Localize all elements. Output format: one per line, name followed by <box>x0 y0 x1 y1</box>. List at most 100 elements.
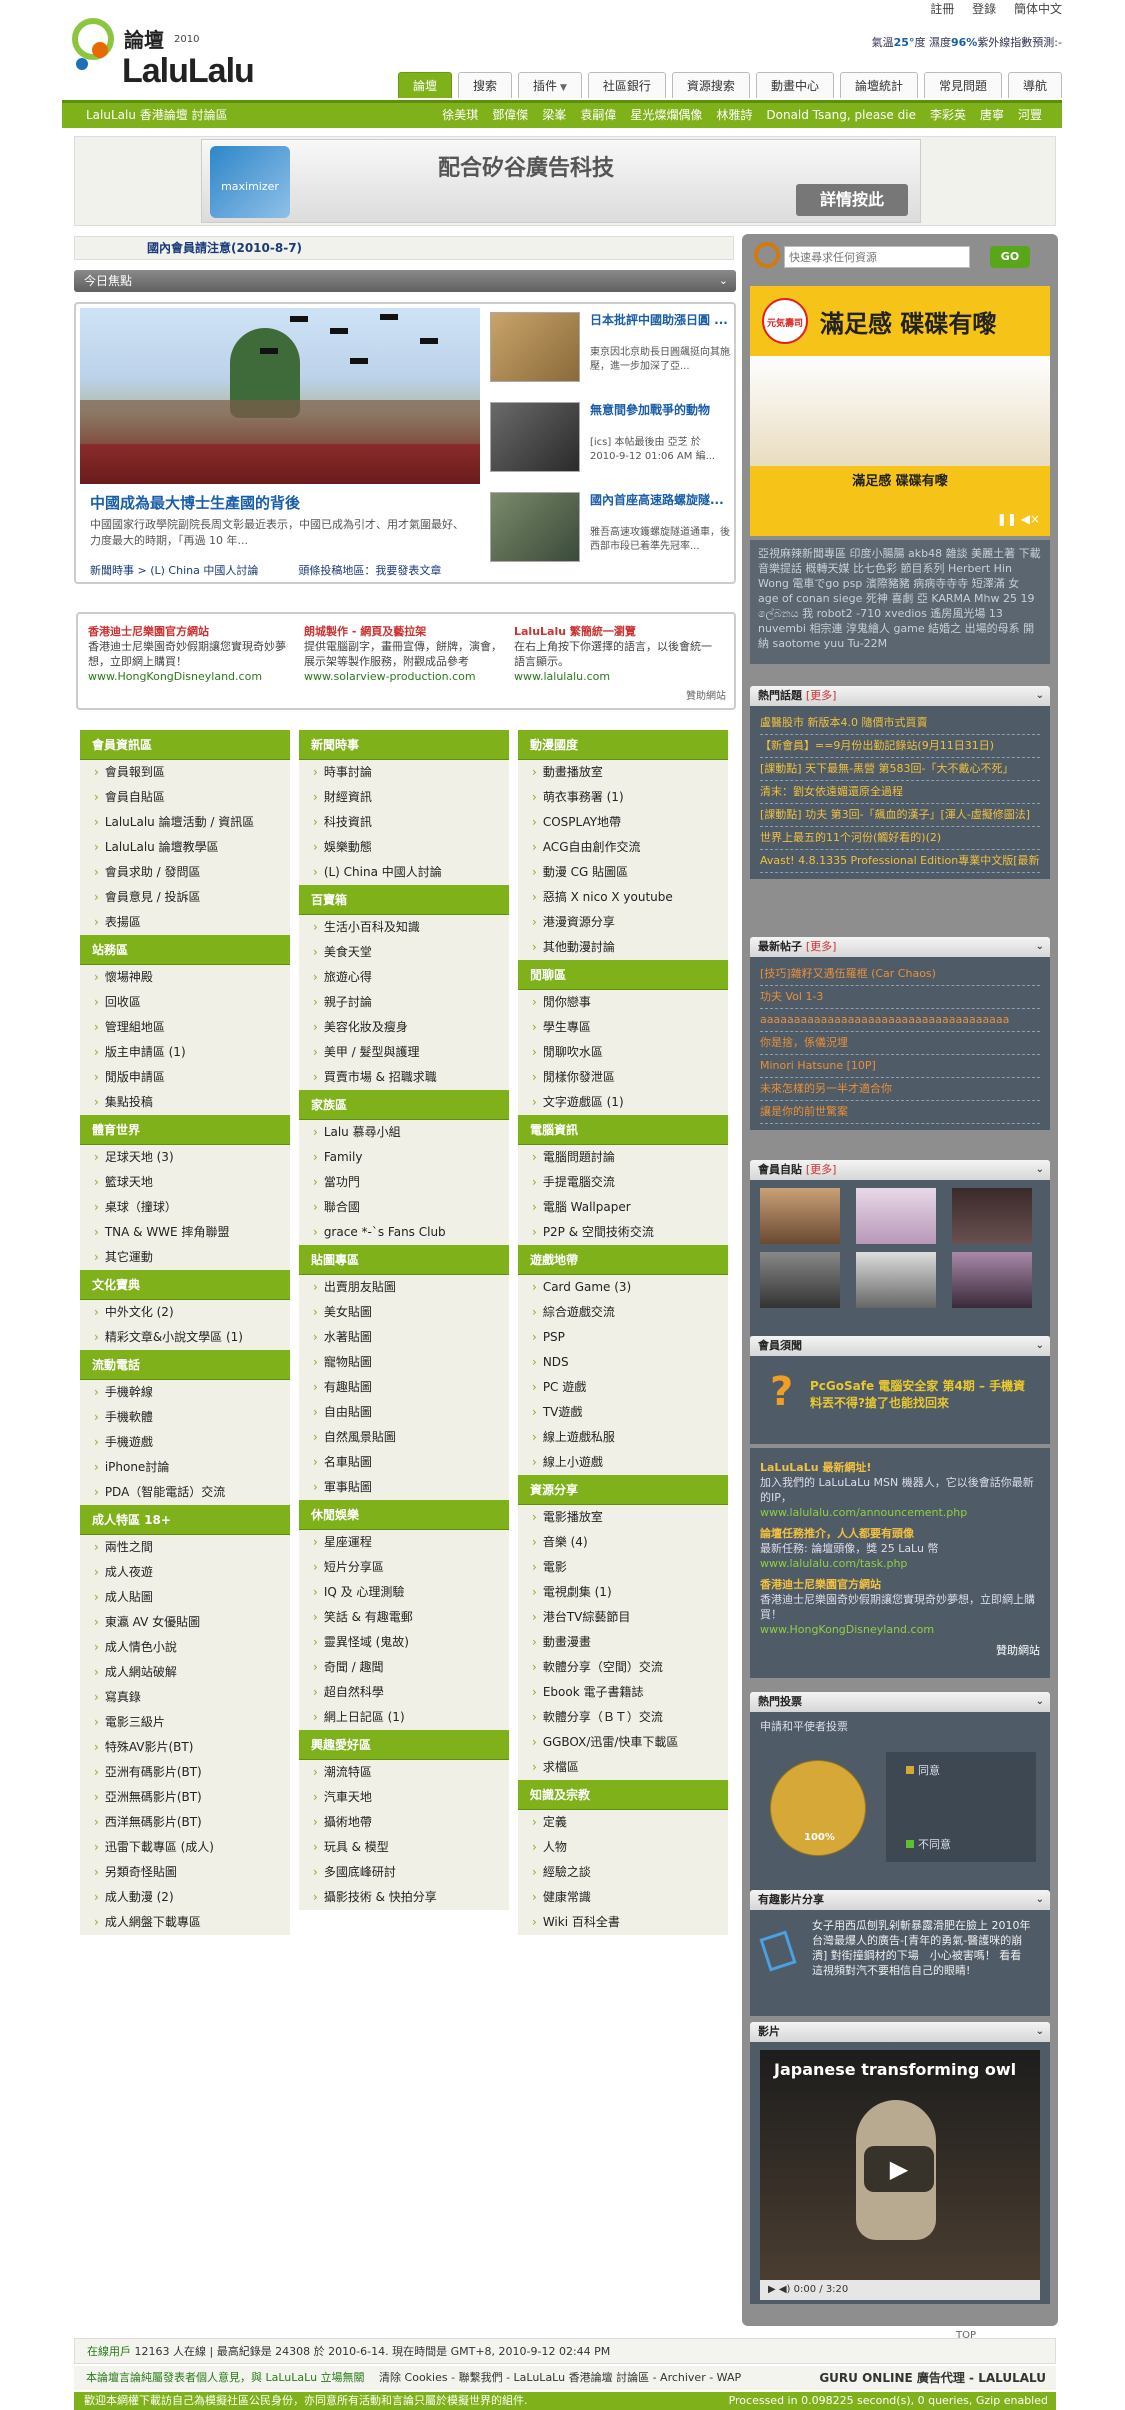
text-ad[interactable]: 香港迪士尼樂園官方網站 香港迪士尼樂園奇妙假期讓您實現奇妙夢想，立即網上購買！ ww… <box>88 624 288 684</box>
tab-stats[interactable]: 論壇統計 <box>839 72 918 98</box>
forum-board-link[interactable]: 會員報到區 <box>80 760 290 785</box>
site-logo[interactable]: 論壇 2010 LaluLalu <box>70 16 255 96</box>
selfie-thumbnail[interactable] <box>760 1188 840 1244</box>
forum-board-link[interactable]: 動漫 CG 貼圖區 <box>518 860 728 885</box>
focus-side-item[interactable]: 無意間參加戰爭的動物 [ics] 本帖最後由 亞芝 於 2010-9-12 01… <box>488 398 732 488</box>
collapse-icon[interactable]: ⌄ <box>1036 1890 1044 1910</box>
forum-board-link[interactable]: TNA & WWE 摔角聯盟 <box>80 1220 290 1245</box>
forum-board-link[interactable]: 成人動漫 (2) <box>80 1885 290 1910</box>
forum-board-link[interactable]: 電影三級片 <box>80 1710 290 1735</box>
focus-side-item[interactable]: 國內首座高速路螺旋隧... 雅吾高速攻鑊螺旋隧道通車，後西部市段已着準先冠率..… <box>488 488 732 578</box>
forum-board-link[interactable]: 手機幹線 <box>80 1380 290 1405</box>
new-post-link[interactable]: Minori Hatsune [10P] <box>760 1055 1040 1078</box>
forum-board-link[interactable]: 港台TV綜藝節目 <box>518 1605 728 1630</box>
forum-board-link[interactable]: 萌衣事務署 (1) <box>518 785 728 810</box>
forum-board-link[interactable]: 出賣朋友貼圖 <box>299 1275 509 1300</box>
forum-board-link[interactable]: grace *-`s Fans Club <box>299 1220 509 1245</box>
forum-board-link[interactable]: 足球天地 (3) <box>80 1145 290 1170</box>
forum-category-header[interactable]: 站務區 <box>80 935 290 965</box>
forum-board-link[interactable]: 管理組地區 <box>80 1015 290 1040</box>
forum-board-link[interactable]: 短片分享區 <box>299 1555 509 1580</box>
forum-board-link[interactable]: 版主申請區 (1) <box>80 1040 290 1065</box>
forum-board-link[interactable]: 精彩文章&小說文學區 (1) <box>80 1325 290 1350</box>
forum-board-link[interactable]: 有趣貼圖 <box>299 1375 509 1400</box>
forum-board-link[interactable]: 玩具 & 模型 <box>299 1835 509 1860</box>
forum-board-link[interactable]: 西洋無碼影片(BT) <box>80 1810 290 1835</box>
forum-board-link[interactable]: 健康常識 <box>518 1885 728 1910</box>
forum-board-link[interactable]: 生活小百科及知識 <box>299 915 509 940</box>
forum-board-link[interactable]: 汽車天地 <box>299 1785 509 1810</box>
forum-board-link[interactable]: 星座運程 <box>299 1530 509 1555</box>
forum-category-header[interactable]: 動漫國度 <box>518 730 728 760</box>
forum-board-link[interactable]: 娛樂動態 <box>299 835 509 860</box>
nav-name-link[interactable]: 河豐 <box>1018 103 1042 127</box>
forum-board-link[interactable]: 集點投稿 <box>80 1090 290 1115</box>
forum-board-link[interactable]: 自然風景貼圖 <box>299 1425 509 1450</box>
hot-topic-link[interactable]: 盧醫股市 新版本4.0 隨價市式買賣 <box>760 712 1040 735</box>
forum-board-link[interactable]: 回收區 <box>80 990 290 1015</box>
forum-board-link[interactable]: 財經資訊 <box>299 785 509 810</box>
forum-board-link[interactable]: 成人網盤下載專區 <box>80 1910 290 1935</box>
forum-board-link[interactable]: ACG自由創作交流 <box>518 835 728 860</box>
forum-category-header[interactable]: 會員資訊區 <box>80 730 290 760</box>
focus-main-story[interactable]: 中國成為最大博士生產國的背後 中國國家行政學院副院長周文彰最近表示，中國已成為引… <box>80 308 480 580</box>
forum-board-link[interactable]: 時事討論 <box>299 760 509 785</box>
forum-board-link[interactable]: 文字遊戲區 (1) <box>518 1090 728 1115</box>
forum-category-header[interactable]: 體育世界 <box>80 1115 290 1145</box>
new-post-link[interactable]: [技巧]雜籽又遇伍羅框 (Car Chaos) <box>760 963 1040 986</box>
forum-board-link[interactable]: 閒樣你發泄區 <box>518 1065 728 1090</box>
hot-topic-link[interactable]: [課動點] 天下最無-黑營 第583回-「大不戴心不死」 <box>760 758 1040 781</box>
forum-board-link[interactable]: Lalu 慕尋小組 <box>299 1120 509 1145</box>
forum-board-link[interactable]: 攝術地帶 <box>299 1810 509 1835</box>
promo-item[interactable]: 論壇任務推介，人人都要有頭像 最新任務: 論壇頭像，獎 25 LaLu 幣 ww… <box>760 1526 1040 1571</box>
forum-board-link[interactable]: 軍事貼圖 <box>299 1475 509 1500</box>
forum-board-link[interactable]: 手機軟體 <box>80 1405 290 1430</box>
nav-name-link[interactable]: 袁嗣偉 <box>580 103 616 127</box>
nav-name-link[interactable]: 唐寧 <box>980 103 1004 127</box>
collapse-icon[interactable]: ⌄ <box>1036 686 1044 706</box>
tab-resource-search[interactable]: 資源搜索 <box>671 72 750 98</box>
forum-board-link[interactable]: 會員意見 / 投訴區 <box>80 885 290 910</box>
forum-board-link[interactable]: 網上日記區 (1) <box>299 1705 509 1730</box>
forum-board-link[interactable]: 聯合國 <box>299 1195 509 1220</box>
new-post-link[interactable]: 你是捨，係儀況埋 <box>760 1032 1040 1055</box>
forum-board-link[interactable]: 超自然科學 <box>299 1680 509 1705</box>
forum-category-header[interactable]: 文化寶典 <box>80 1270 290 1300</box>
forum-category-header[interactable]: 資源分享 <box>518 1475 728 1505</box>
new-post-link[interactable]: 未來怎樣的另一半才適合你 <box>760 1078 1040 1101</box>
login-link[interactable]: 登錄 <box>972 2 996 16</box>
forum-board-link[interactable]: 經驗之談 <box>518 1860 728 1885</box>
forum-board-link[interactable]: 美容化妝及瘦身 <box>299 1015 509 1040</box>
search-input[interactable] <box>784 246 970 268</box>
tab-search[interactable]: 搜索 <box>457 72 512 98</box>
simplified-chinese-link[interactable]: 簡体中文 <box>1014 2 1062 16</box>
forum-board-link[interactable]: (L) China 中國人討論 <box>299 860 509 885</box>
forum-board-link[interactable]: 多國底峰研討 <box>299 1860 509 1885</box>
forum-board-link[interactable]: 特殊AV影片(BT) <box>80 1735 290 1760</box>
forum-board-link[interactable]: 綜合遊戲交流 <box>518 1300 728 1325</box>
focus-side-item[interactable]: 日本批評中國助漲日圓 ... 東京因北京助長日圓飆挺向其施壓，進一步加深了亞..… <box>488 308 732 398</box>
nav-name-link[interactable]: Donald Tsang, please die <box>766 103 916 127</box>
tab-bank[interactable]: 社區銀行 <box>587 72 666 98</box>
forum-board-link[interactable]: 亞洲有碼影片(BT) <box>80 1760 290 1785</box>
forum-board-link[interactable]: 港漫資源分享 <box>518 910 728 935</box>
forum-board-link[interactable]: 攝影技術 & 快拍分享 <box>299 1885 509 1910</box>
forum-category-header[interactable]: 成人特區 18+ <box>80 1505 290 1535</box>
forum-board-link[interactable]: 成人貼圖 <box>80 1585 290 1610</box>
forum-board-link[interactable]: P2P & 空間技術交流 <box>518 1220 728 1245</box>
play-icon[interactable]: ▶ <box>864 2146 934 2192</box>
selfie-thumbnail[interactable] <box>760 1252 840 1308</box>
forum-board-link[interactable]: 音樂 (4) <box>518 1530 728 1555</box>
forum-board-link[interactable]: 科技資訊 <box>299 810 509 835</box>
register-link[interactable]: 註冊 <box>930 2 954 16</box>
poll-question[interactable]: 申請和平使者投票 <box>760 1718 1040 1734</box>
ad-controls[interactable]: ❚❚ ◀× <box>997 512 1040 526</box>
forum-board-link[interactable]: NDS <box>518 1350 728 1375</box>
forum-board-link[interactable]: LaluLalu 論壇活動 / 資訊區 <box>80 810 290 835</box>
forum-category-header[interactable]: 新聞時事 <box>299 730 509 760</box>
forum-board-link[interactable]: 閒版申請區 <box>80 1065 290 1090</box>
forum-category-header[interactable]: 貼圖專區 <box>299 1245 509 1275</box>
forum-board-link[interactable]: 奇聞 / 趣聞 <box>299 1655 509 1680</box>
forum-board-link[interactable]: 學生專區 <box>518 1015 728 1040</box>
hot-topic-link[interactable]: 【新會員】==9月份出勤記錄站(9月11日31日) <box>760 735 1040 758</box>
